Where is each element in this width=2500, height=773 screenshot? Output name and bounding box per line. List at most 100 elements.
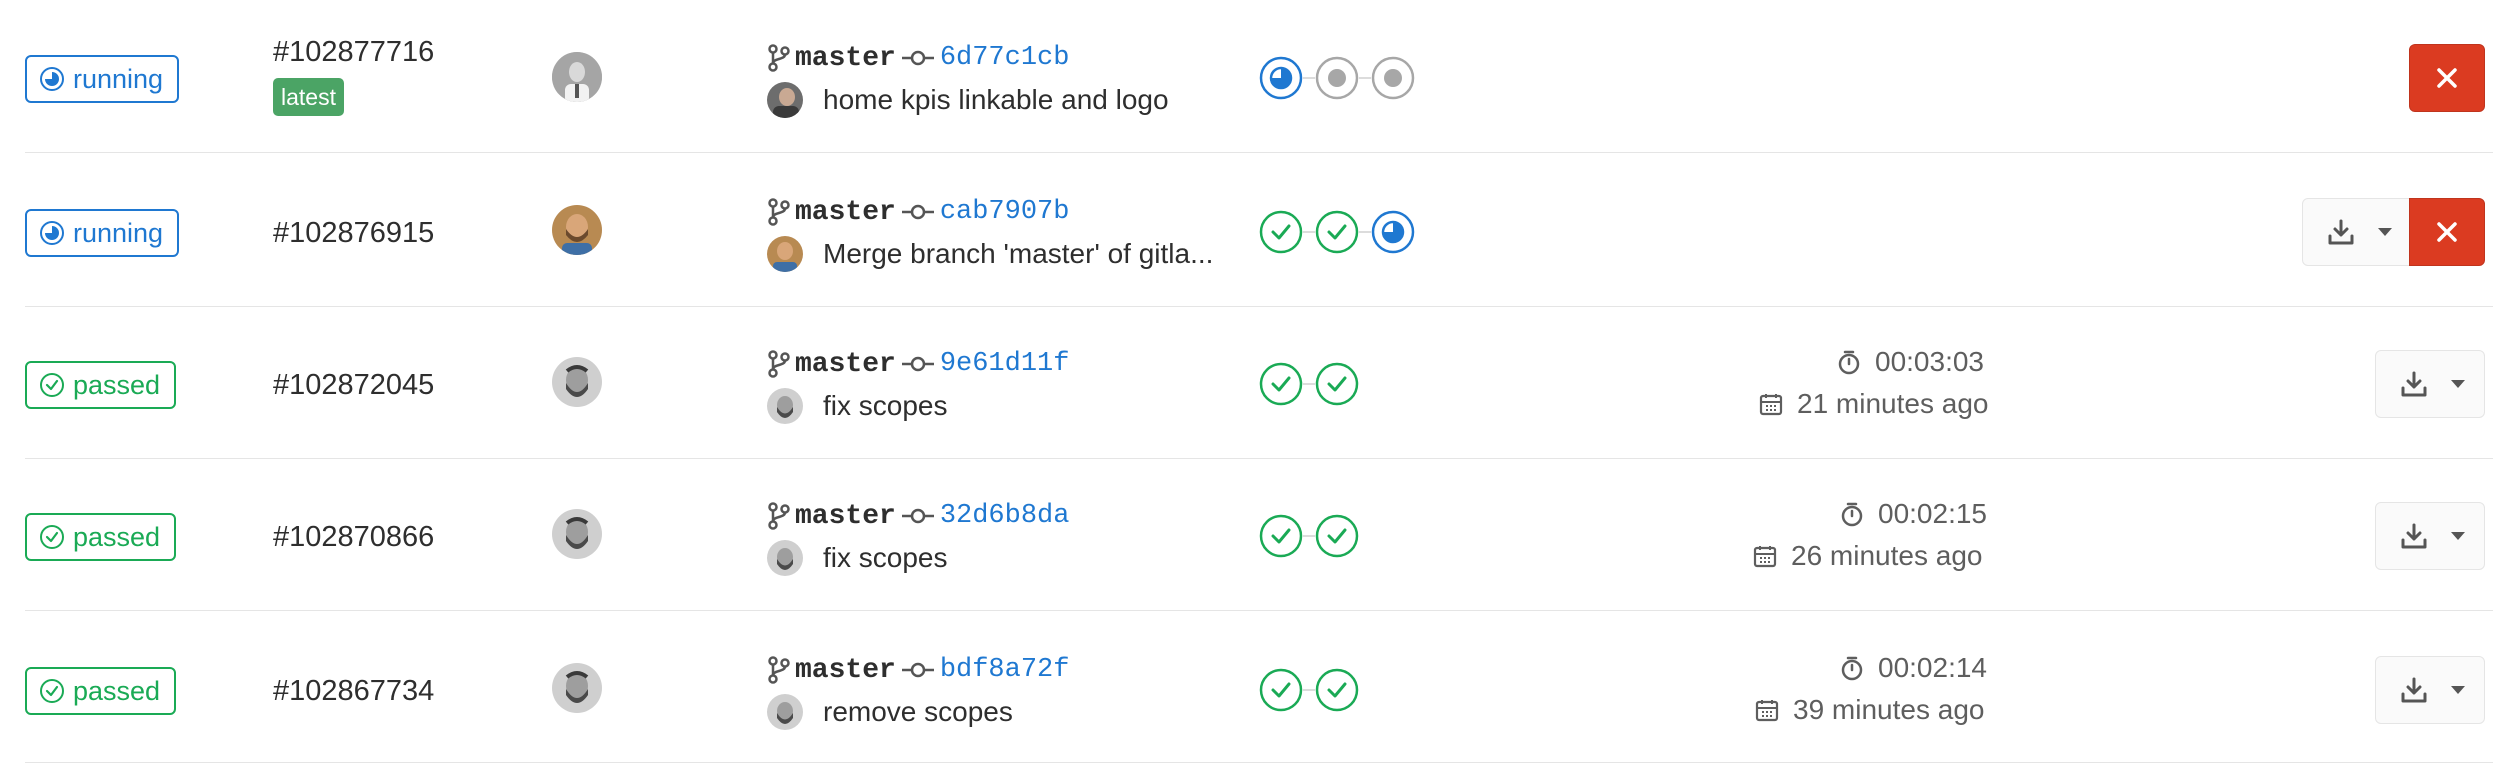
commit-message-link[interactable]: Merge branch 'master' of gitla... (823, 238, 1213, 270)
commit-icon (901, 356, 934, 372)
duration-text: 00:03:03 (1875, 346, 1984, 377)
commit-icon (901, 662, 934, 678)
branch-icon (768, 198, 790, 226)
duration: 00:02:15 (1840, 498, 1987, 530)
commit-message-link[interactable]: fix scopes (823, 390, 948, 422)
commit-author-avatar[interactable] (767, 540, 803, 576)
commit-ref: master cab7907b (767, 194, 1069, 230)
pipeline-row: passed #102867734 master bdf8a72f remove… (25, 610, 2493, 763)
close-icon (2437, 222, 2457, 242)
stage-running-icon[interactable] (1259, 56, 1303, 100)
cancel-pipeline-button[interactable] (2409, 44, 2485, 112)
commit-author-avatar[interactable] (767, 694, 803, 730)
status-badge-passed[interactable]: passed (25, 361, 177, 409)
stage-connector (1303, 383, 1315, 385)
commit-message-link[interactable]: home kpis linkable and logo (823, 84, 1169, 116)
status-badge-running[interactable]: running (25, 209, 180, 257)
calendar-icon (1755, 700, 1779, 722)
stage-success-icon[interactable] (1259, 668, 1303, 712)
status-label: passed (73, 675, 161, 706)
download-icon (2401, 523, 2427, 549)
stage-success-icon[interactable] (1315, 362, 1359, 406)
close-icon (2437, 68, 2457, 88)
cancel-pipeline-button[interactable] (2409, 198, 2485, 266)
commit-message-line: fix scopes (767, 386, 948, 426)
commit-sha-link[interactable]: bdf8a72f (940, 655, 1070, 685)
branch-name-link[interactable]: master (795, 349, 896, 380)
commit-author-avatar[interactable] (767, 82, 803, 118)
commit-author-avatar[interactable] (767, 388, 803, 424)
status-success-icon (40, 525, 64, 549)
status-badge-passed[interactable]: passed (25, 667, 177, 715)
commit-ref: master 32d6b8da (767, 498, 1069, 534)
commit-sha-link[interactable]: 32d6b8da (940, 501, 1070, 531)
branch-name-link[interactable]: master (795, 43, 896, 74)
status-running-icon (40, 221, 64, 245)
status-badge-passed[interactable]: passed (25, 513, 177, 561)
stage-success-icon[interactable] (1315, 210, 1359, 254)
author-avatar-image (767, 694, 803, 730)
duration: 00:03:03 (1837, 346, 1984, 378)
timer-icon (1841, 502, 1863, 527)
finished-text: 39 minutes ago (1793, 694, 1985, 725)
stage-success-icon[interactable] (1315, 668, 1359, 712)
pipeline-id-link[interactable]: #102877716 (273, 36, 434, 69)
commit-message-line: Merge branch 'master' of gitla... (767, 234, 1213, 274)
duration-text: 00:02:14 (1878, 652, 1987, 683)
author-avatar-image (767, 540, 803, 576)
stage-success-icon[interactable] (1259, 210, 1303, 254)
stage-connector (1359, 231, 1371, 233)
pipeline-id-link[interactable]: #102876915 (273, 217, 434, 250)
status-running-icon (40, 67, 64, 91)
branch-icon (768, 656, 790, 684)
download-artifacts-dropdown[interactable] (2375, 656, 2485, 724)
pipeline-id-link[interactable]: #102872045 (273, 369, 434, 402)
commit-sha-link[interactable]: 9e61d11f (940, 349, 1070, 379)
commit-message-line: fix scopes (767, 538, 948, 578)
status-label: passed (73, 521, 161, 552)
stage-success-icon[interactable] (1315, 514, 1359, 558)
commit-message-line: remove scopes (767, 692, 1013, 732)
pipeline-id-link[interactable]: #102867734 (273, 675, 434, 708)
branch-icon (768, 350, 790, 378)
avatar[interactable] (552, 509, 602, 559)
commit-message-link[interactable]: remove scopes (823, 696, 1013, 728)
author-avatar-image (767, 388, 803, 424)
duration: 00:02:14 (1840, 652, 1987, 684)
commit-sha-link[interactable]: 6d77c1cb (940, 43, 1070, 73)
stage-success-icon[interactable] (1259, 514, 1303, 558)
commit-sha-link[interactable]: cab7907b (940, 197, 1070, 227)
branch-name-link[interactable]: master (795, 655, 896, 686)
stage-connector (1359, 77, 1371, 79)
commit-ref: master bdf8a72f (767, 652, 1069, 688)
status-label: running (73, 63, 164, 94)
commit-message-link[interactable]: fix scopes (823, 542, 948, 574)
branch-icon (768, 44, 790, 72)
pipeline-row: passed #102872045 master 9e61d11f fix sc… (25, 306, 2493, 459)
branch-name-link[interactable]: master (795, 501, 896, 532)
branch-name-link[interactable]: master (795, 197, 896, 228)
commit-icon (901, 508, 934, 524)
user-avatar-image (552, 663, 602, 713)
stage-created-icon[interactable] (1315, 56, 1359, 100)
commit-icon (901, 50, 934, 66)
stage-created-icon[interactable] (1371, 56, 1415, 100)
avatar[interactable] (552, 357, 602, 407)
stage-success-icon[interactable] (1259, 362, 1303, 406)
user-avatar-image (552, 509, 602, 559)
download-artifacts-dropdown[interactable] (2302, 198, 2412, 266)
stage-running-icon[interactable] (1371, 210, 1415, 254)
avatar[interactable] (552, 205, 602, 255)
avatar[interactable] (552, 663, 602, 713)
pipeline-id-link[interactable]: #102870866 (273, 521, 434, 554)
avatar[interactable] (552, 52, 602, 102)
download-artifacts-dropdown[interactable] (2375, 350, 2485, 418)
stage-connector (1303, 77, 1315, 79)
branch-icon (768, 502, 790, 530)
status-badge-running[interactable]: running (25, 55, 180, 103)
commit-author-avatar[interactable] (767, 236, 803, 272)
calendar-icon (1759, 394, 1783, 416)
stage-connector (1303, 231, 1315, 233)
pipeline-stages (1259, 665, 1359, 715)
download-artifacts-dropdown[interactable] (2375, 502, 2485, 570)
